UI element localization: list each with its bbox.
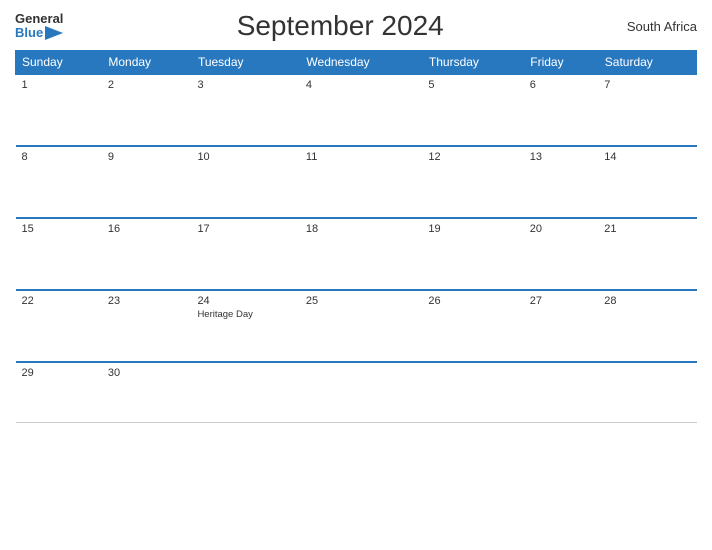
calendar-day-cell: 26 xyxy=(422,290,523,362)
calendar-day-cell: 21 xyxy=(598,218,696,290)
logo: General Blue xyxy=(15,12,63,41)
col-sunday: Sunday xyxy=(16,51,102,75)
day-number: 20 xyxy=(530,223,593,235)
calendar-day-cell: 28 xyxy=(598,290,696,362)
calendar-day-cell: 3 xyxy=(191,74,299,146)
calendar-header-row: Sunday Monday Tuesday Wednesday Thursday… xyxy=(16,51,697,75)
calendar-day-cell: 20 xyxy=(524,218,599,290)
col-friday: Friday xyxy=(524,51,599,75)
calendar-day-cell xyxy=(300,362,422,422)
calendar-day-cell: 24 Heritage Day xyxy=(191,290,299,362)
calendar-day-cell: 9 xyxy=(102,146,192,218)
day-number: 15 xyxy=(22,223,96,235)
col-saturday: Saturday xyxy=(598,51,696,75)
calendar-day-cell xyxy=(191,362,299,422)
calendar-day-cell xyxy=(524,362,599,422)
calendar-day-cell: 23 xyxy=(102,290,192,362)
calendar-day-cell: 30 xyxy=(102,362,192,422)
calendar-day-cell: 17 xyxy=(191,218,299,290)
day-number: 18 xyxy=(306,223,416,235)
day-number: 1 xyxy=(22,79,96,91)
calendar-day-cell: 18 xyxy=(300,218,422,290)
day-number: 26 xyxy=(428,295,517,307)
day-number: 23 xyxy=(108,295,186,307)
day-number: 9 xyxy=(108,151,186,163)
calendar-page: General Blue September 2024 South Africa… xyxy=(0,0,712,550)
calendar-day-cell: 2 xyxy=(102,74,192,146)
day-number: 16 xyxy=(108,223,186,235)
day-number: 8 xyxy=(22,151,96,163)
calendar-day-cell: 29 xyxy=(16,362,102,422)
calendar-day-cell: 5 xyxy=(422,74,523,146)
calendar-header: General Blue September 2024 South Africa xyxy=(15,10,697,42)
col-monday: Monday xyxy=(102,51,192,75)
day-number: 30 xyxy=(108,367,186,379)
calendar-day-cell: 8 xyxy=(16,146,102,218)
day-number: 19 xyxy=(428,223,517,235)
calendar-day-cell: 4 xyxy=(300,74,422,146)
day-number: 24 xyxy=(197,295,293,307)
day-number: 12 xyxy=(428,151,517,163)
day-number: 27 xyxy=(530,295,593,307)
calendar-table: Sunday Monday Tuesday Wednesday Thursday… xyxy=(15,50,697,423)
calendar-week-row: 29 30 xyxy=(16,362,697,422)
day-number: 25 xyxy=(306,295,416,307)
day-number: 11 xyxy=(306,151,416,163)
calendar-day-cell: 25 xyxy=(300,290,422,362)
day-number: 7 xyxy=(604,79,690,91)
calendar-day-cell: 14 xyxy=(598,146,696,218)
day-number: 29 xyxy=(22,367,96,379)
calendar-day-cell xyxy=(598,362,696,422)
calendar-day-cell: 11 xyxy=(300,146,422,218)
calendar-day-cell: 6 xyxy=(524,74,599,146)
col-thursday: Thursday xyxy=(422,51,523,75)
day-number: 10 xyxy=(197,151,293,163)
calendar-day-cell: 27 xyxy=(524,290,599,362)
calendar-title: September 2024 xyxy=(63,10,617,42)
calendar-week-row: 89 10 11 12 13 14 xyxy=(16,146,697,218)
country-label: South Africa xyxy=(617,19,697,34)
calendar-day-cell: 13 xyxy=(524,146,599,218)
day-number: 14 xyxy=(604,151,690,163)
day-number: 6 xyxy=(530,79,593,91)
day-number: 5 xyxy=(428,79,517,91)
day-number: 13 xyxy=(530,151,593,163)
day-number: 3 xyxy=(197,79,293,91)
col-wednesday: Wednesday xyxy=(300,51,422,75)
holiday-label: Heritage Day xyxy=(197,309,293,320)
calendar-day-cell: 22 xyxy=(16,290,102,362)
calendar-week-row: 22 23 24 Heritage Day 25 26 27 28 xyxy=(16,290,697,362)
calendar-week-row: 123 45 67 xyxy=(16,74,697,146)
calendar-day-cell: 12 xyxy=(422,146,523,218)
day-number: 17 xyxy=(197,223,293,235)
calendar-week-row: 15 16 17 18 19 20 21 xyxy=(16,218,697,290)
calendar-day-cell: 15 xyxy=(16,218,102,290)
calendar-day-cell: 1 xyxy=(16,74,102,146)
calendar-day-cell: 7 xyxy=(598,74,696,146)
day-number: 28 xyxy=(604,295,690,307)
calendar-day-cell: 19 xyxy=(422,218,523,290)
day-number: 2 xyxy=(108,79,186,91)
logo-flag-icon xyxy=(45,26,63,40)
day-number: 21 xyxy=(604,223,690,235)
logo-general-text: General xyxy=(15,12,63,26)
calendar-day-cell: 10 xyxy=(191,146,299,218)
logo-blue-text: Blue xyxy=(15,26,43,40)
day-number: 4 xyxy=(306,79,416,91)
calendar-day-cell: 16 xyxy=(102,218,192,290)
calendar-day-cell xyxy=(422,362,523,422)
day-number: 22 xyxy=(22,295,96,307)
col-tuesday: Tuesday xyxy=(191,51,299,75)
